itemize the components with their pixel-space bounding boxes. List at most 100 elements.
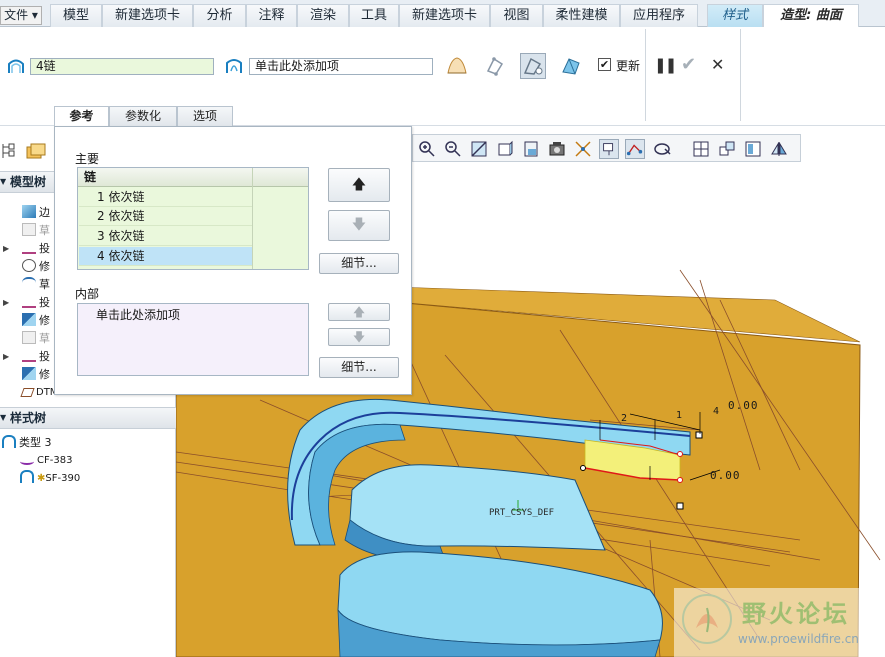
sketch-icon bbox=[22, 223, 36, 236]
zoom-in-icon[interactable] bbox=[417, 139, 437, 159]
tab-new-tab-2[interactable]: 新建选项卡 bbox=[399, 4, 490, 27]
tree-view-icon[interactable] bbox=[0, 141, 16, 161]
list-item[interactable]: 3 依次链 bbox=[79, 227, 252, 246]
watermark-url: www.proewildfire.cn bbox=[738, 632, 859, 646]
internal-placeholder: 单击此处添加项 bbox=[96, 308, 181, 322]
tab-style-surface[interactable]: 造型: 曲面 bbox=[763, 4, 859, 28]
surface-icon bbox=[20, 470, 34, 483]
internal-move-down-button[interactable]: 🡇 bbox=[328, 328, 390, 346]
tab-view[interactable]: 视图 bbox=[490, 4, 543, 27]
display-style-icon[interactable] bbox=[521, 139, 541, 159]
internal-label: 内部 bbox=[75, 287, 100, 301]
sketch-icon bbox=[22, 331, 36, 344]
expand-triangle[interactable]: ▶ bbox=[3, 352, 9, 361]
details-button[interactable]: 细节... bbox=[319, 253, 399, 274]
tree-item-modify-2[interactable]: 修 bbox=[22, 312, 50, 330]
copy-view-icon[interactable] bbox=[717, 139, 737, 159]
project-curve-icon bbox=[22, 349, 36, 362]
update-checkbox[interactable]: ✔ bbox=[598, 58, 611, 71]
ribbon-tab-bar: 文件 ▾ 模型 新建选项卡 分析 注释 渲染 工具 新建选项卡 视图 柔性建模 … bbox=[0, 0, 885, 28]
surface-analysis-icon[interactable] bbox=[560, 55, 582, 77]
spin-center-icon[interactable] bbox=[599, 139, 619, 159]
tree-item-project-1[interactable]: 投 bbox=[22, 240, 50, 258]
references-panel: 主要 链 1 依次链 2 依次链 3 依次链 4 依次链 🡅 🡇 细节... 内… bbox=[54, 126, 412, 395]
style-tree-type[interactable]: 类型 3 bbox=[2, 434, 52, 452]
curve-network-icon[interactable] bbox=[520, 53, 546, 79]
ribbon-separator-end bbox=[740, 29, 741, 121]
internal-move-up-button[interactable]: 🡅 bbox=[328, 303, 390, 321]
curve-display-icon[interactable] bbox=[625, 139, 645, 159]
dimension-label-top: 0.00 bbox=[728, 399, 759, 412]
tree-item-modify-1[interactable]: 修 bbox=[22, 258, 50, 276]
move-up-button[interactable]: 🡅 bbox=[328, 168, 390, 202]
list-item[interactable]: 2 依次链 bbox=[79, 207, 252, 226]
layout-icon[interactable] bbox=[743, 139, 763, 159]
modify-surface-icon bbox=[22, 367, 36, 380]
internal-details-button[interactable]: 细节... bbox=[319, 357, 399, 378]
datum-display-icon[interactable] bbox=[573, 139, 593, 159]
style-tree-curve[interactable]: CF-383 bbox=[20, 452, 72, 470]
style-tree-surface[interactable]: ✱SF-390 bbox=[20, 470, 80, 488]
modify-icon bbox=[22, 259, 36, 272]
style-type-icon bbox=[2, 435, 16, 448]
primary-chain-list[interactable]: 链 1 依次链 2 依次链 3 依次链 4 依次链 bbox=[77, 167, 309, 270]
tree-item-sketch-2[interactable]: 草 bbox=[22, 276, 50, 294]
internal-curve-list[interactable]: 单击此处添加项 bbox=[77, 303, 309, 376]
datum-plane-icon bbox=[20, 388, 35, 397]
surface-preview-icon[interactable] bbox=[446, 55, 468, 77]
tab-applications[interactable]: 应用程序 bbox=[620, 4, 698, 27]
pause-button[interactable]: ❚❚ bbox=[654, 56, 677, 74]
tab-new-tab-1[interactable]: 新建选项卡 bbox=[102, 4, 193, 27]
project-curve-icon bbox=[22, 241, 36, 254]
chain-column-header: 链 bbox=[78, 168, 308, 187]
folder-browser-icon[interactable] bbox=[25, 141, 47, 161]
tab-render[interactable]: 渲染 bbox=[297, 4, 349, 27]
ribbon-separator bbox=[645, 29, 646, 121]
tab-tools[interactable]: 工具 bbox=[349, 4, 399, 27]
ok-button[interactable]: ✔ bbox=[681, 54, 696, 75]
tree-item-modify-3[interactable]: 修 bbox=[22, 366, 50, 384]
dimension-label-bottom: 0.00 bbox=[710, 469, 741, 482]
tree-item-project-3[interactable]: 投 bbox=[22, 348, 50, 366]
tree-item-boundary[interactable]: 边 bbox=[22, 204, 50, 222]
tab-flexible-modeling[interactable]: 柔性建模 bbox=[543, 4, 620, 27]
tree-item-sketch-3[interactable]: 草 bbox=[22, 330, 50, 348]
subtab-options[interactable]: 选项 bbox=[177, 106, 233, 126]
list-item-selected[interactable]: 4 依次链 bbox=[79, 247, 252, 266]
tab-analysis[interactable]: 分析 bbox=[193, 4, 246, 27]
style-tree-header[interactable]: ▼ 样式树 bbox=[0, 407, 176, 429]
move-down-button[interactable]: 🡇 bbox=[328, 210, 390, 241]
chain-collector-field[interactable]: 4链 bbox=[30, 58, 214, 75]
grid-icon[interactable] bbox=[691, 139, 711, 159]
sketch-icon-active bbox=[22, 277, 36, 290]
connectivity-icon[interactable] bbox=[484, 55, 506, 77]
tab-annotate[interactable]: 注释 bbox=[246, 4, 297, 27]
csys-label: PRT_CSYS_DEF bbox=[489, 508, 555, 518]
mirror-view-icon[interactable] bbox=[769, 139, 789, 159]
tree-item-project-2[interactable]: 投 bbox=[22, 294, 50, 312]
boundary-icon bbox=[22, 205, 36, 218]
tab-style[interactable]: 样式 bbox=[707, 4, 763, 27]
refit-icon[interactable] bbox=[469, 139, 489, 159]
internal-collector-field[interactable]: 单击此处添加项 bbox=[249, 58, 433, 75]
file-menu-button[interactable]: 文件 ▾ bbox=[0, 6, 42, 25]
annotation-display-icon[interactable] bbox=[653, 139, 673, 159]
cancel-button[interactable]: ✕ bbox=[711, 55, 724, 74]
list-item[interactable]: 1 依次链 bbox=[79, 188, 252, 207]
watermark-title: 野火论坛 bbox=[742, 600, 850, 628]
saved-views-icon[interactable] bbox=[547, 139, 567, 159]
tab-model[interactable]: 模型 bbox=[50, 4, 102, 27]
zoom-out-icon[interactable] bbox=[443, 139, 463, 159]
dimension-index-1: 1 bbox=[676, 410, 683, 421]
subtab-parameterization[interactable]: 参数化 bbox=[109, 106, 177, 126]
expand-triangle[interactable]: ▶ bbox=[3, 298, 9, 307]
subtab-references[interactable]: 参考 bbox=[54, 106, 109, 127]
view-toolbar bbox=[412, 134, 801, 162]
curve-icon bbox=[20, 458, 34, 465]
update-label: 更新 bbox=[616, 59, 641, 73]
repaint-icon[interactable] bbox=[495, 139, 515, 159]
expand-triangle[interactable]: ▶ bbox=[3, 244, 9, 253]
primary-label: 主要 bbox=[75, 152, 100, 166]
tree-item-sketch-1[interactable]: 草 bbox=[22, 222, 50, 240]
internal-curve-icon bbox=[226, 59, 242, 73]
